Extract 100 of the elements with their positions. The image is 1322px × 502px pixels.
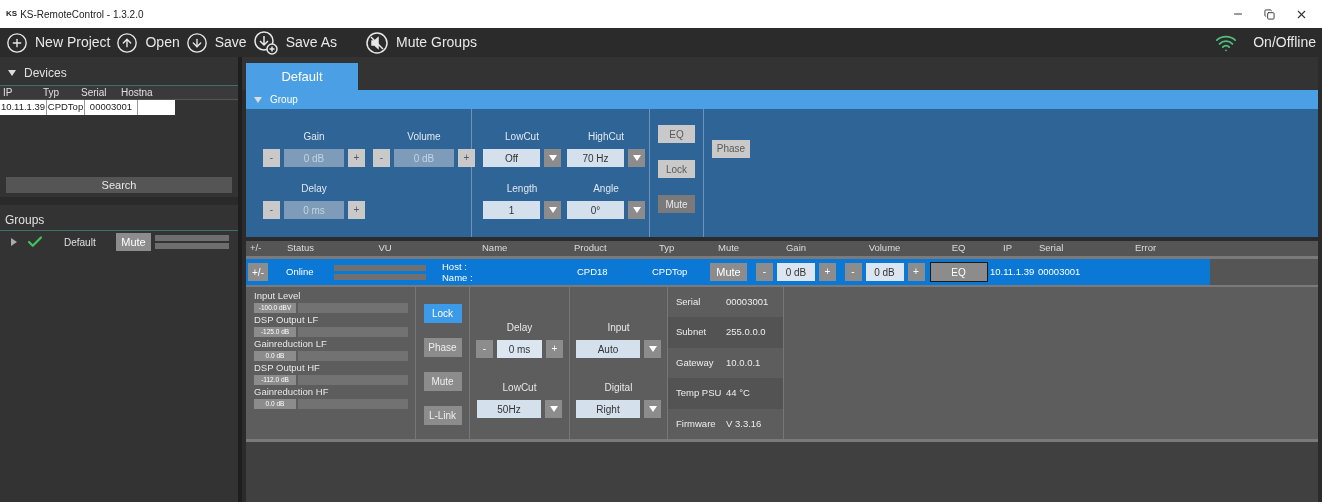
- column-header[interactable]: Status: [282, 241, 332, 256]
- dropdown-button[interactable]: [544, 149, 561, 167]
- info-value: V 3.3.16: [726, 416, 762, 431]
- value-field[interactable]: 0 ms: [497, 340, 542, 358]
- decrease-button[interactable]: -: [844, 263, 862, 281]
- increase-button[interactable]: +: [458, 149, 475, 167]
- toolbar-button[interactable]: Save As: [252, 29, 337, 56]
- column-header[interactable]: Serial: [1035, 241, 1102, 256]
- field-label: Delay: [301, 182, 327, 196]
- column-header[interactable]: EQ: [927, 241, 990, 256]
- restore-icon[interactable]: [1264, 8, 1275, 20]
- eq-button[interactable]: EQ: [929, 262, 988, 282]
- mute-button[interactable]: Mute: [116, 233, 151, 252]
- dropdown-arrow-icon: [549, 406, 558, 412]
- column-header[interactable]: Product: [570, 241, 647, 256]
- decrease-button[interactable]: -: [263, 149, 280, 167]
- search-button[interactable]: Search: [6, 177, 232, 194]
- device-button[interactable]: Lock: [423, 304, 462, 323]
- field-label: Digital: [604, 381, 633, 395]
- dropdown-field[interactable]: 1: [483, 201, 540, 219]
- dropdown-arrow-icon: [632, 207, 641, 213]
- table-cell[interactable]: CPDTop: [47, 100, 85, 115]
- dropdown-field[interactable]: 0°: [567, 201, 624, 219]
- column-header[interactable]: Serial: [78, 85, 118, 100]
- column-header[interactable]: Hostna: [118, 85, 156, 100]
- dropdown-arrow-icon: [648, 406, 657, 412]
- group-name[interactable]: Default: [64, 234, 116, 250]
- dropdown-button[interactable]: [628, 201, 645, 219]
- value-field[interactable]: 0 dB: [777, 263, 815, 281]
- field-label: Angle: [593, 182, 619, 196]
- dropdown-button[interactable]: [644, 340, 661, 358]
- field-label: Length: [506, 182, 538, 196]
- online-toggle-button[interactable]: On/Offline: [1253, 32, 1316, 53]
- groups-header: Groups: [5, 211, 45, 229]
- app-logo: KS: [6, 8, 18, 20]
- info-label: Firmware: [675, 416, 717, 431]
- dropdown-field[interactable]: 70 Hz: [567, 149, 624, 167]
- dropdown-button[interactable]: [644, 400, 661, 418]
- meter-label: Input Level: [254, 290, 302, 302]
- decrease-button[interactable]: -: [756, 263, 773, 281]
- table-cell-text: CPD18: [576, 264, 609, 279]
- field-label: Gain: [303, 130, 325, 144]
- dropdown-button[interactable]: [628, 149, 645, 167]
- window-title: KS-RemoteControl - 1.3.2.0: [20, 7, 144, 22]
- info-label: Serial: [675, 295, 702, 310]
- decrease-button[interactable]: -: [373, 149, 390, 167]
- value-field[interactable]: 0 dB: [865, 263, 904, 281]
- dropdown-field[interactable]: 50Hz: [477, 400, 541, 418]
- table-cell[interactable]: 10.11.1.39: [0, 100, 47, 115]
- toolbar-button[interactable]: Open: [116, 31, 180, 54]
- expand-triangle-icon[interactable]: [10, 238, 18, 247]
- column-header[interactable]: IP: [0, 85, 40, 100]
- device-button[interactable]: Phase: [423, 338, 462, 357]
- info-value: 255.0.0.0: [726, 325, 766, 340]
- column-header[interactable]: Volume: [842, 241, 927, 256]
- device-row[interactable]: +/- Online Host : Name : CPD18 CPDTop Mute - 0 dB + - 0 dB + EQ 10.11.1.39 00003001: [246, 259, 1210, 285]
- column-header[interactable]: Mute: [707, 241, 750, 256]
- meter-label: Gainreduction HF: [254, 386, 330, 398]
- info-value: 44 °C: [726, 386, 750, 401]
- mute-button[interactable]: Mute: [710, 263, 747, 281]
- info-label: Temp PSU: [675, 386, 723, 401]
- dropdown-button[interactable]: [544, 201, 561, 219]
- device-button[interactable]: Mute: [423, 372, 462, 391]
- decrease-button[interactable]: -: [263, 201, 280, 219]
- table-cell-text: 00003001: [1037, 264, 1082, 279]
- info-label: Gateway: [675, 355, 715, 370]
- decrease-button[interactable]: -: [476, 340, 493, 358]
- column-header[interactable]: VU: [332, 241, 438, 256]
- increase-button[interactable]: +: [348, 149, 365, 167]
- meter-label: DSP Output HF: [254, 362, 321, 374]
- toolbar-button[interactable]: Mute Groups: [365, 30, 477, 55]
- field-label: LowCut: [502, 381, 537, 395]
- toolbar-button[interactable]: New Project: [6, 31, 111, 54]
- dropdown-arrow-icon: [648, 346, 657, 352]
- toolbar-button[interactable]: Save: [185, 31, 247, 54]
- table-cell[interactable]: 00003001: [85, 100, 138, 115]
- increase-button[interactable]: +: [348, 201, 365, 219]
- dropdown-field[interactable]: Right: [576, 400, 640, 418]
- increase-button[interactable]: +: [546, 340, 563, 358]
- collapse-triangle-icon[interactable]: [8, 68, 16, 77]
- expand-button[interactable]: +/-: [248, 263, 268, 281]
- speaker-muted-icon: [365, 30, 389, 55]
- increase-button[interactable]: +: [819, 263, 836, 281]
- column-header[interactable]: +/-: [246, 241, 282, 256]
- meter-label: DSP Output LF: [254, 314, 320, 326]
- column-header[interactable]: Typ: [647, 241, 707, 256]
- info-value: 10.0.0.1: [726, 355, 761, 370]
- table-cell[interactable]: [138, 100, 175, 115]
- dropdown-field[interactable]: Auto: [576, 340, 640, 358]
- column-header[interactable]: Typ: [40, 85, 78, 100]
- plus-icon: [6, 31, 28, 54]
- dropdown-field[interactable]: Off: [483, 149, 540, 167]
- dropdown-button[interactable]: [545, 400, 562, 418]
- panel-button[interactable]: Mute: [658, 195, 695, 213]
- column-header[interactable]: Name: [438, 241, 570, 256]
- device-button[interactable]: L-Link: [423, 406, 462, 425]
- increase-button[interactable]: +: [907, 263, 925, 281]
- column-header[interactable]: Error: [1102, 241, 1212, 256]
- column-header[interactable]: Gain: [750, 241, 842, 256]
- column-header[interactable]: IP: [990, 241, 1035, 256]
